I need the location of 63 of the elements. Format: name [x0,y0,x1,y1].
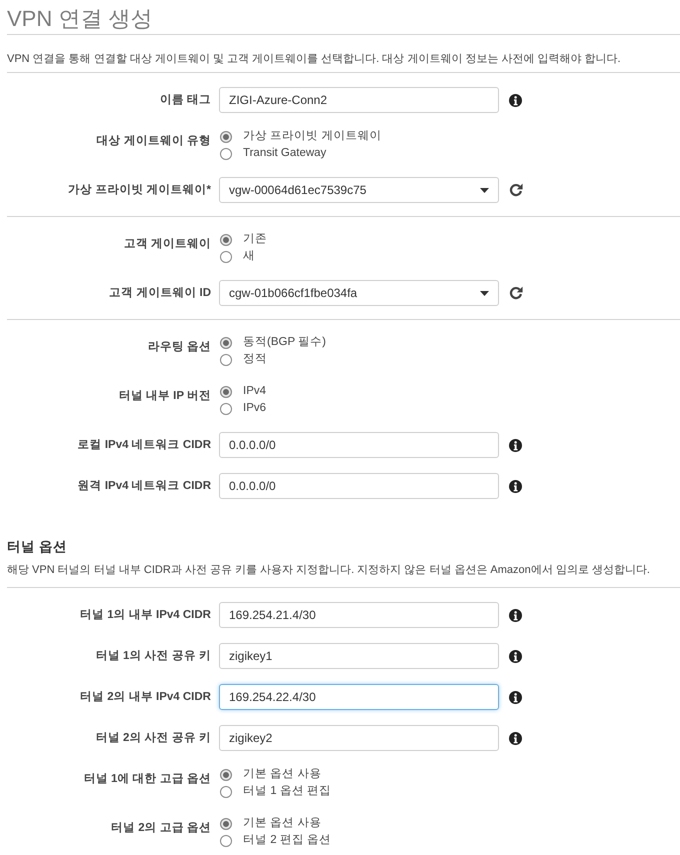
field-label: 고객 게이트웨이 ID [109,286,211,301]
field-label: 터널 내부 IP 버전 [118,389,211,404]
caret-icon [480,188,489,192]
field-label: 대상 게이트웨이 유형 [96,134,211,149]
radio-button[interactable] [220,834,232,846]
option-label[interactable]: 기존 [243,231,267,248]
option-label[interactable]: IPv4 [243,383,266,400]
radio-button[interactable] [220,148,232,160]
radio-button[interactable] [220,250,232,262]
field-label: 로컬 IPv4 네트워크 CIDR [78,438,211,453]
option-label[interactable]: 기본 옵션 사용 [243,766,322,783]
info-icon[interactable] [509,480,522,492]
description-text: 해당 VPN 터널의 터널 내부 CIDR과 사전 공유 키를 사용자 지정합니다. 지정하지 않은 터널 옵션은 Amazon에서 임의로 생성합니다. [7,563,650,578]
field-label: 라우팅 옵션 [148,340,211,355]
radio-button[interactable] [220,818,232,830]
text-field[interactable]: 0.0.0.0/0 [219,473,499,499]
option-label[interactable]: 정적 [243,351,267,368]
field-label: 원격 IPv4 네트워크 CIDR [78,479,211,494]
option-label[interactable]: 새 [243,248,255,265]
page-title: VPN 연결 생성 [7,5,152,33]
radio-button[interactable] [220,354,232,366]
field-label: 이름 태그 [160,93,211,108]
field-label: 터널 2의 내부 IPv4 CIDR [80,690,211,705]
option-label[interactable]: 터널 2 편집 옵션 [243,832,331,849]
dropdown-field[interactable]: vgw-00064d61ec7539c75 [219,177,499,203]
text-field[interactable]: 169.254.21.4/30 [219,602,499,628]
option-label[interactable]: 가상 프라이빗 게이트웨이 [243,128,382,145]
radio-button[interactable] [220,402,232,414]
caret-icon [480,290,489,296]
info-icon[interactable] [509,650,522,662]
radio-button[interactable] [220,768,232,780]
text-field[interactable]: zigikey1 [219,643,499,669]
field-label: 터널 1에 대한 고급 옵션 [84,772,211,787]
field-label: 터널 2의 고급 옵션 [111,821,211,836]
option-label[interactable]: 기본 옵션 사용 [243,815,322,832]
field-label: 고객 게이트웨이 [124,237,211,252]
radio-button[interactable] [220,234,232,246]
text-field[interactable]: 0.0.0.0/0 [219,432,499,458]
info-icon[interactable] [509,732,522,744]
option-label[interactable]: Transit Gateway [243,145,326,162]
radio-button[interactable] [220,336,232,348]
section-heading: 터널 옵션 [7,538,67,555]
option-label[interactable]: 터널 1 옵션 편집 [243,783,331,800]
field-label: 터널 1의 내부 IPv4 CIDR [80,608,211,623]
refresh-icon[interactable] [509,183,523,197]
text-field[interactable]: zigikey2 [219,725,499,751]
text-field[interactable]: 169.254.22.4/30 [219,684,499,710]
text-field[interactable]: ZIGI-Azure-Conn2 [219,87,499,113]
field-label: 터널 1의 사전 공유 키 [96,649,211,664]
info-icon[interactable] [509,690,522,704]
info-icon[interactable] [509,94,522,106]
info-icon[interactable] [509,438,522,452]
info-icon[interactable] [509,608,522,622]
field-label: 가상 프라이빗 게이트웨이* [68,183,211,198]
radio-button[interactable] [220,386,232,398]
dropdown-field[interactable]: cgw-01b066cf1fbe034fa [219,280,499,306]
field-label: 터널 2의 사전 공유 키 [96,731,211,746]
radio-button[interactable] [220,786,232,798]
radio-button[interactable] [220,130,232,142]
option-label[interactable]: IPv6 [243,400,266,417]
option-label[interactable]: 동적(BGP 필수) [243,334,326,351]
description-text: VPN 연결을 통해 연결할 대상 게이트웨이 및 고객 게이트웨이를 선택합니다. 대상 게이트웨이 정보는 사전에 입력해야 합니다. [7,52,621,67]
refresh-icon[interactable] [509,286,523,300]
